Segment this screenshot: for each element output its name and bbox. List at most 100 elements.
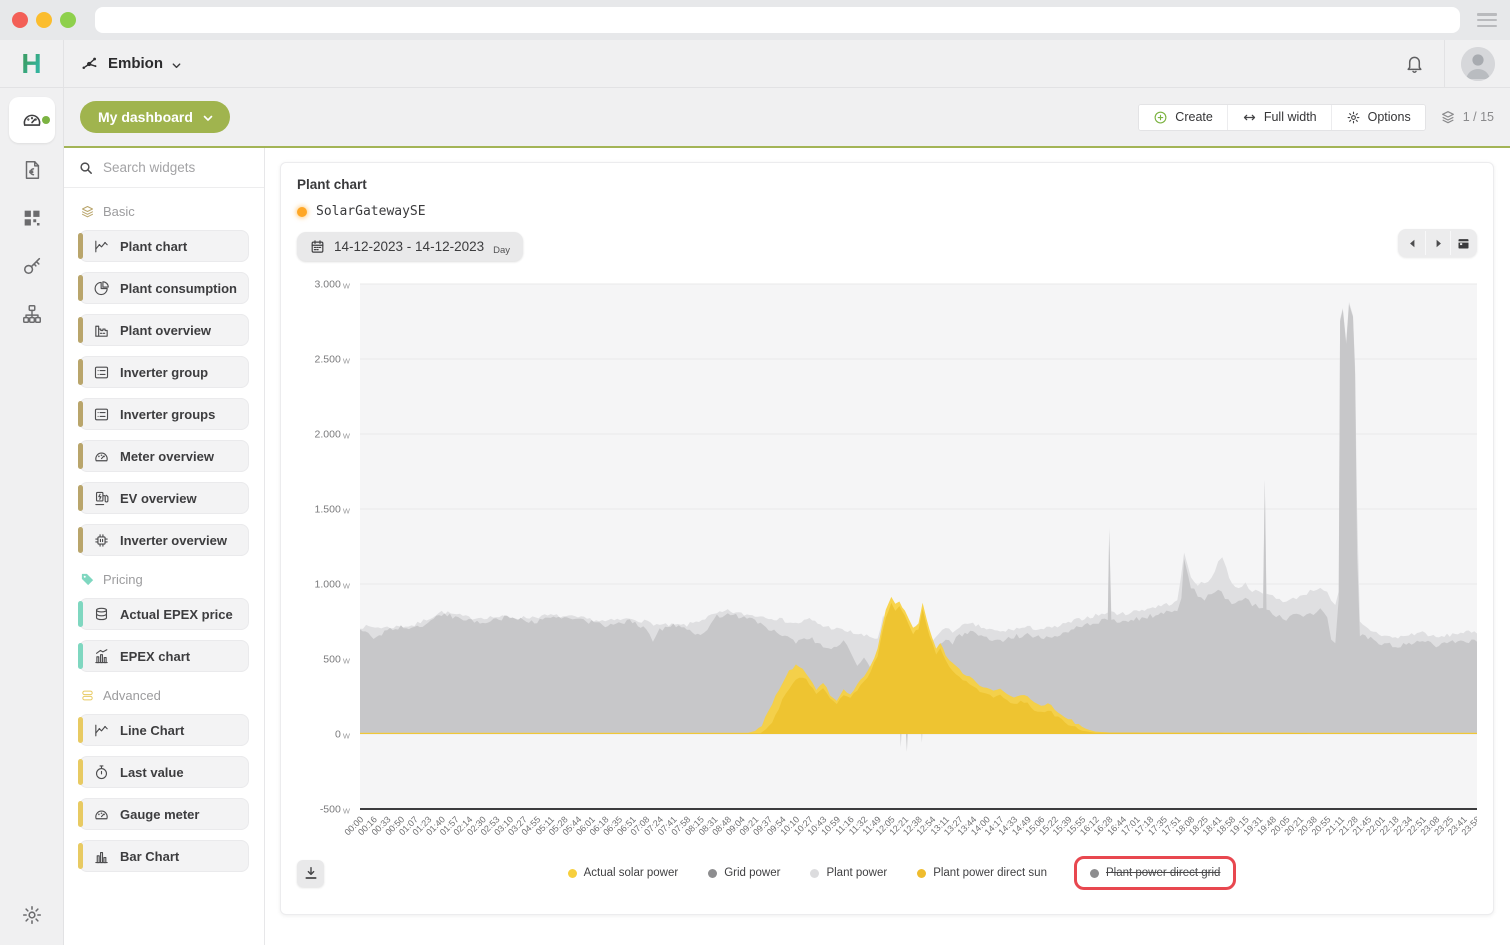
legend-item-plant-power-direct-grid[interactable]: Plant power direct grid — [1074, 856, 1236, 890]
chevron-down-icon — [202, 111, 214, 123]
widget-item-inverter-overview[interactable]: Inverter overview — [79, 524, 249, 556]
legend-label: Grid power — [724, 867, 780, 879]
options-label: Options — [1368, 110, 1411, 124]
gauge-icon — [93, 448, 110, 465]
rail-item-settings[interactable] — [0, 897, 64, 933]
create-label: Create — [1175, 110, 1213, 124]
calendar-icon — [1456, 236, 1471, 251]
active-indicator-dot — [42, 116, 50, 124]
dashboard-gauge-icon — [21, 109, 43, 131]
address-bar[interactable] — [95, 7, 1460, 33]
full-width-button[interactable]: Full width — [1227, 105, 1331, 130]
widget-item-actual-epex-price[interactable]: Actual EPEX price — [79, 598, 249, 630]
next-period-button[interactable] — [1425, 231, 1450, 255]
widget-item-plant-consumption[interactable]: Plant consumption — [79, 272, 249, 304]
dashboard-canvas: Plant chart SolarGatewaySE 14-12-2023 - … — [265, 148, 1510, 945]
sidebar-section-advanced: Advanced Line Chart Last value Gauge meter B… — [64, 688, 264, 872]
arrows-horizontal-icon — [1242, 110, 1257, 125]
notifications-button[interactable] — [1384, 53, 1444, 74]
widget-accent-bar — [78, 759, 83, 785]
widget-item-inverter-groups[interactable]: Inverter groups — [79, 398, 249, 430]
bell-icon — [1404, 53, 1425, 74]
widget-item-inverter-group[interactable]: Inverter group — [79, 356, 249, 388]
layers-icon — [1440, 109, 1456, 125]
dashboard-selector-label: My dashboard — [98, 109, 193, 125]
browser-chrome — [0, 0, 1510, 40]
organization-switcher[interactable]: Embion — [80, 54, 182, 74]
user-menu[interactable] — [1444, 40, 1510, 87]
arrow-left-icon — [1406, 237, 1419, 250]
svg-text:2.000 W: 2.000 W — [315, 429, 351, 441]
maximize-window-button[interactable] — [60, 12, 76, 28]
widget-item-ev-overview[interactable]: EV overview — [79, 482, 249, 514]
toolbar-button-group: Create Full width Options — [1138, 104, 1425, 131]
legend-item-plant-power-direct-sun[interactable]: Plant power direct sun — [917, 867, 1047, 879]
widget-accent-bar — [78, 801, 83, 827]
widget-accent-bar — [78, 443, 83, 469]
section-label: Basic — [103, 204, 135, 219]
bar-chart-icon — [93, 848, 110, 865]
sitemap-icon — [21, 303, 43, 325]
create-button[interactable]: Create — [1139, 105, 1227, 130]
traffic-lights — [0, 12, 76, 28]
widget-item-bar-chart[interactable]: Bar Chart — [79, 840, 249, 872]
widget-accent-bar — [78, 359, 83, 385]
legend-dot — [810, 869, 819, 878]
legend-dot — [708, 869, 717, 878]
widget-item-plant-overview[interactable]: Plant overview — [79, 314, 249, 346]
widget-label: Inverter overview — [120, 533, 227, 548]
stack-icon — [80, 688, 95, 703]
plant-power-chart[interactable]: 3.000 W2.500 W2.000 W1.500 W1.000 W500 W… — [297, 267, 1477, 853]
rail-item-hierarchy[interactable] — [0, 290, 64, 338]
app-logo[interactable]: H — [0, 40, 64, 88]
legend-label: Plant power — [826, 867, 887, 879]
widget-title: Plant chart — [297, 177, 1477, 192]
rail-item-widgets[interactable] — [0, 194, 64, 242]
options-button[interactable]: Options — [1331, 105, 1425, 130]
widget-item-gauge-meter[interactable]: Gauge meter — [79, 798, 249, 830]
date-nav-group — [1398, 229, 1477, 257]
section-header-advanced: Advanced — [80, 688, 249, 703]
legend-item-plant-power[interactable]: Plant power — [810, 867, 887, 879]
search-input[interactable] — [103, 160, 250, 175]
close-window-button[interactable] — [12, 12, 28, 28]
date-range-button[interactable]: 14-12-2023 - 14-12-2023 Day — [297, 232, 523, 261]
line-chart-icon — [93, 722, 110, 739]
rail-item-access-keys[interactable] — [0, 242, 64, 290]
widget-item-line-chart[interactable]: Line Chart — [79, 714, 249, 746]
widget-label: Plant overview — [120, 323, 211, 338]
rail-item-dashboard[interactable] — [0, 96, 64, 144]
calendar-picker-button[interactable] — [1450, 231, 1475, 255]
dashboard-selector-button[interactable]: My dashboard — [80, 101, 230, 133]
app-header: H Embion — [0, 40, 1510, 88]
widget-item-plant-chart[interactable]: Plant chart — [79, 230, 249, 262]
widget-item-last-value[interactable]: Last value — [79, 756, 249, 788]
sidebar-section-basic: Basic Plant chart Plant consumption Plant o… — [64, 204, 264, 556]
minimize-window-button[interactable] — [36, 12, 52, 28]
widget-accent-bar — [78, 601, 83, 627]
download-chart-button[interactable] — [297, 860, 324, 887]
widget-label: Inverter groups — [120, 407, 215, 422]
widget-item-epex-chart[interactable]: EPEX chart — [79, 640, 249, 672]
widget-accent-bar — [78, 401, 83, 427]
previous-period-button[interactable] — [1400, 231, 1425, 255]
stopwatch-icon — [93, 764, 110, 781]
legend-item-actual-solar-power[interactable]: Actual solar power — [568, 867, 679, 879]
widget-label: Inverter group — [120, 365, 208, 380]
legend-item-grid-power[interactable]: Grid power — [708, 867, 780, 879]
dashboard-pager[interactable]: 1 / 15 — [1440, 109, 1494, 125]
full-width-label: Full width — [1264, 110, 1317, 124]
dashboard-toolbar: My dashboard Create Full width — [64, 88, 1510, 146]
gauge-icon — [93, 806, 110, 823]
section-header-pricing: Pricing — [80, 572, 249, 587]
widget-item-meter-overview[interactable]: Meter overview — [79, 440, 249, 472]
widget-accent-bar — [78, 275, 83, 301]
browser-menu-icon[interactable] — [1477, 13, 1497, 27]
svg-text:500 W: 500 W — [323, 654, 351, 666]
network-nodes-icon — [80, 54, 100, 74]
legend-label: Plant power direct grid — [1106, 867, 1220, 879]
device-status-dot — [297, 207, 307, 217]
rail-item-invoices[interactable] — [0, 146, 64, 194]
widget-sidebar: Basic Plant chart Plant consumption Plant o… — [64, 148, 265, 945]
tag-icon — [80, 572, 95, 587]
